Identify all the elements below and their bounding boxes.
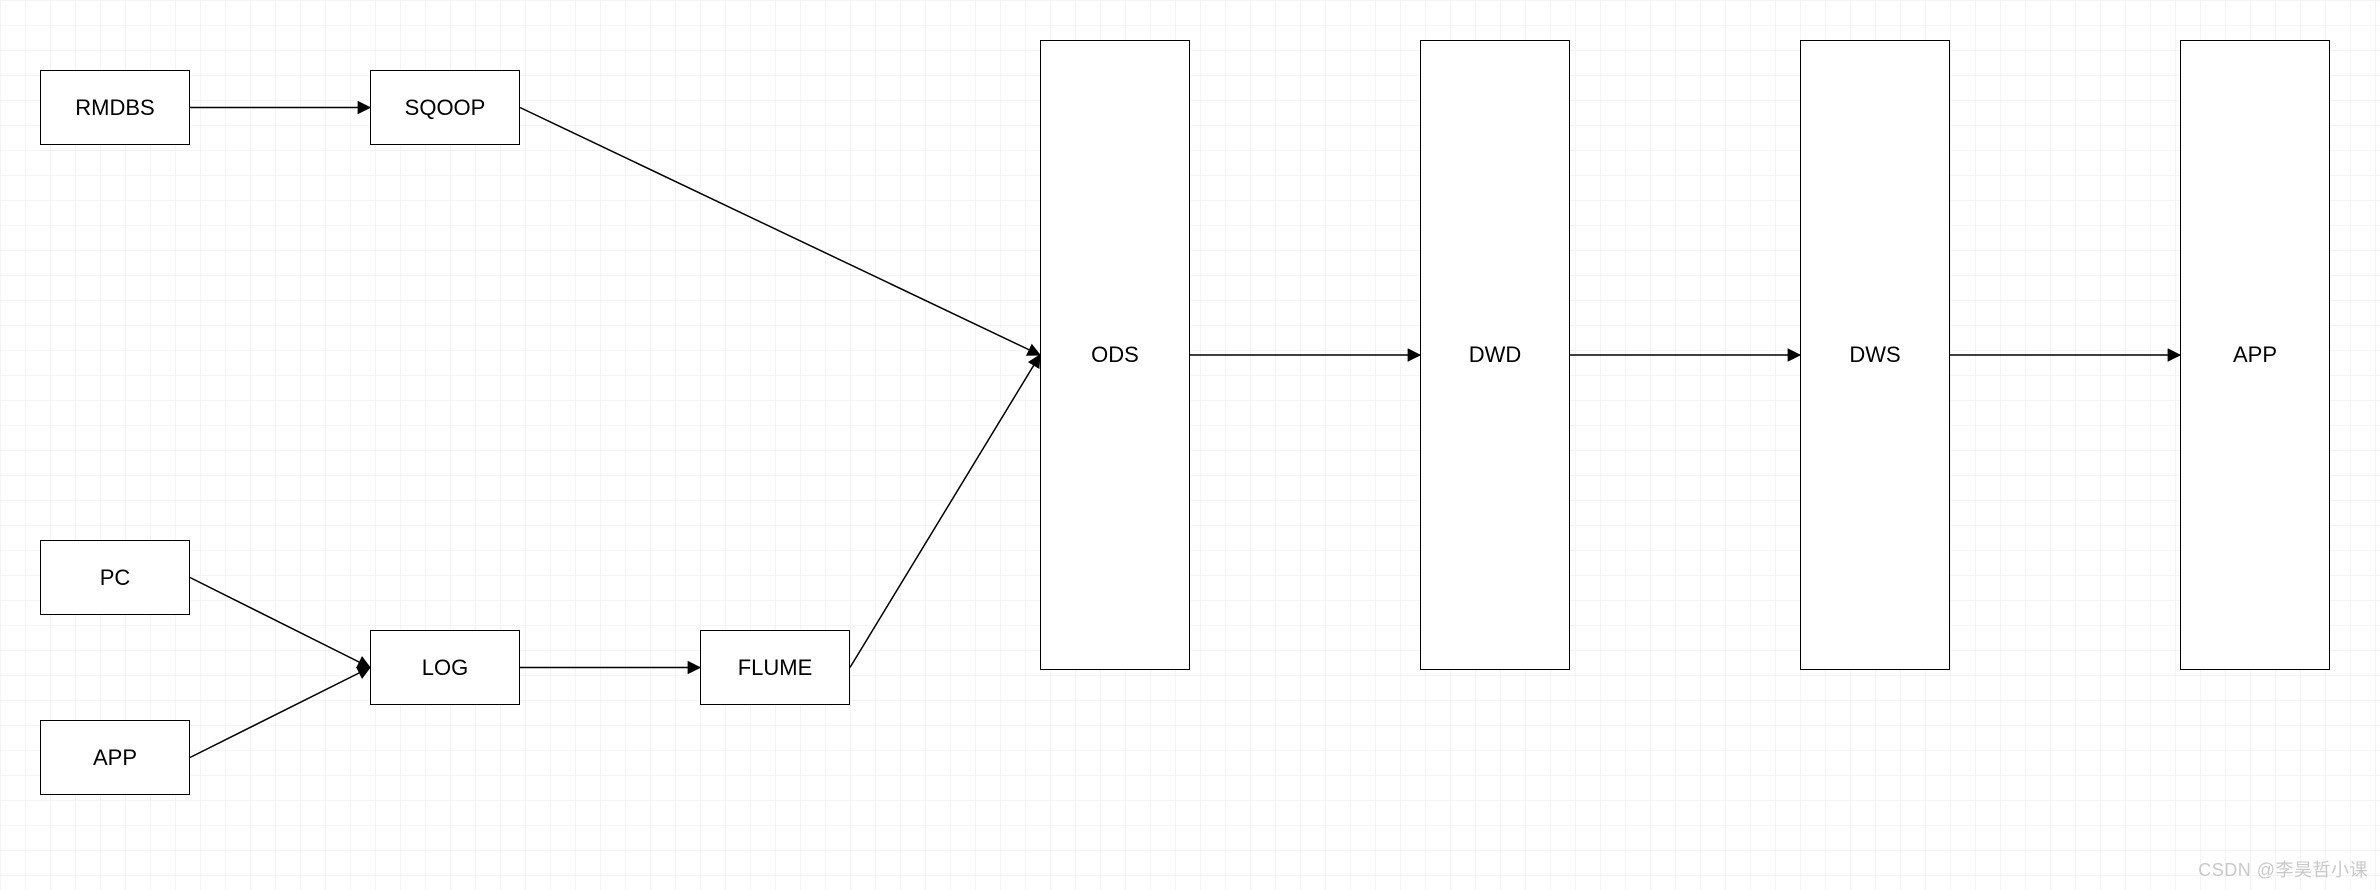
node-sqoop: SQOOP <box>370 70 520 145</box>
node-label: LOG <box>422 655 468 681</box>
edge-flume-to-ods <box>850 355 1040 668</box>
node-label: APP <box>2233 342 2277 368</box>
node-log: LOG <box>370 630 520 705</box>
edge-layer <box>0 0 2380 890</box>
node-label: ODS <box>1091 342 1139 368</box>
watermark: CSDN @李昊哲小课 <box>2198 856 2368 882</box>
node-label: APP <box>93 745 137 771</box>
edge-app_src-to-log <box>190 668 370 758</box>
node-label: DWS <box>1849 342 1900 368</box>
node-label: DWD <box>1469 342 1522 368</box>
node-dwd: DWD <box>1420 40 1570 670</box>
node-app-out: APP <box>2180 40 2330 670</box>
edge-sqoop-to-ods <box>520 108 1040 356</box>
node-rmdbs: RMDBS <box>40 70 190 145</box>
node-pc: PC <box>40 540 190 615</box>
node-label: PC <box>100 565 131 591</box>
node-dws: DWS <box>1800 40 1950 670</box>
node-label: SQOOP <box>405 95 486 121</box>
node-label: FLUME <box>738 655 813 681</box>
node-app-src: APP <box>40 720 190 795</box>
node-ods: ODS <box>1040 40 1190 670</box>
node-flume: FLUME <box>700 630 850 705</box>
node-label: RMDBS <box>75 95 154 121</box>
edge-pc-to-log <box>190 578 370 668</box>
